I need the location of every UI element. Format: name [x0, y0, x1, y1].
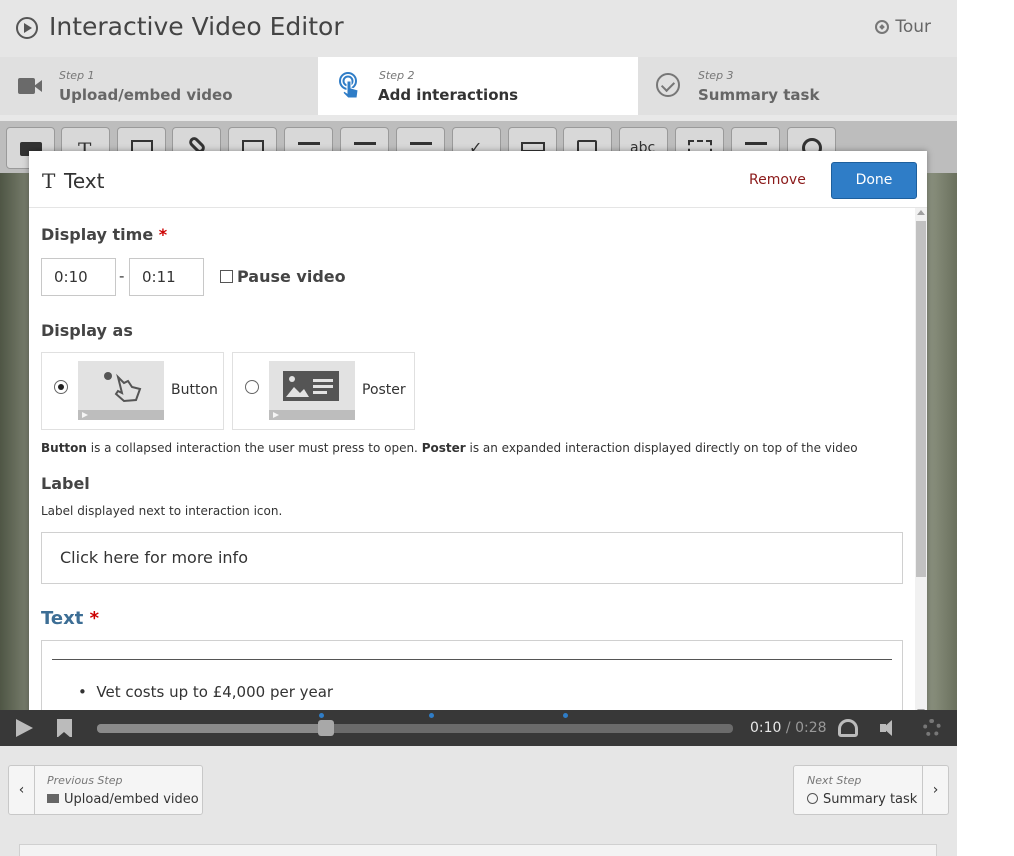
display-time-text: Display time	[41, 225, 154, 244]
next-step-button[interactable]: Next Step Summary task ›	[793, 765, 949, 815]
current-time: 0:10	[750, 720, 782, 736]
total-time: 0:28	[795, 720, 827, 736]
time-from-input[interactable]: 0:10	[41, 258, 116, 296]
list-item: • Vet costs up to £4,000 per year	[78, 683, 334, 701]
prev-step-name-text: Upload/embed video	[64, 792, 199, 807]
gear-icon[interactable]	[923, 719, 941, 737]
previous-step-button[interactable]: ‹ Previous Step Upload/embed video	[8, 765, 203, 815]
volume-icon[interactable]	[880, 719, 900, 737]
display-as-help: Button is a collapsed interaction the us…	[41, 441, 858, 455]
next-step-name-text: Summary task	[823, 792, 918, 807]
step-number: Step 3	[698, 69, 734, 82]
time-to-input[interactable]: 0:11	[129, 258, 204, 296]
next-step-caption: Next Step	[807, 774, 862, 787]
step-name: Add interactions	[378, 86, 519, 104]
bookmark-icon[interactable]	[57, 719, 72, 738]
required-mark: *	[158, 225, 168, 244]
pause-label: Pause video	[237, 267, 346, 286]
remove-button[interactable]: Remove	[749, 172, 806, 188]
touch-hand-icon	[104, 372, 142, 403]
app-header: Interactive Video Editor Tour	[0, 0, 957, 57]
page-title: Interactive Video Editor	[49, 12, 344, 41]
scrollbar-thumb[interactable]	[916, 221, 926, 577]
display-time-label: Display time *	[41, 225, 167, 244]
chevron-right-icon: ›	[922, 766, 948, 814]
step-tabs: Step 1 Upload/embed video Step 2 Add int…	[0, 57, 957, 115]
interaction-marker[interactable]	[319, 713, 324, 718]
seek-bar[interactable]	[97, 713, 733, 736]
radio-poster[interactable]	[245, 380, 259, 394]
speed-icon[interactable]	[838, 719, 858, 737]
app-root: Interactive Video Editor Tour Step 1 Upl…	[0, 0, 957, 856]
label-field-label: Label	[41, 474, 90, 493]
tab-step-3[interactable]: Step 3 Summary task	[638, 57, 957, 115]
pause-video-checkbox[interactable]: Pause video	[220, 267, 346, 286]
text-field-label: Text *	[41, 608, 99, 629]
camera-icon	[18, 78, 42, 94]
step-navigation: ‹ Previous Step Upload/embed video Next …	[0, 746, 957, 856]
text-editor[interactable]: • Vet costs up to £4,000 per year	[41, 640, 903, 716]
interaction-marker[interactable]	[563, 713, 568, 718]
dialog-header: T Text Remove Done	[29, 151, 927, 208]
scroll-up-icon[interactable]	[917, 210, 925, 215]
done-button[interactable]: Done	[831, 162, 917, 199]
seek-progress	[97, 724, 326, 733]
poster-preview-image	[269, 361, 355, 420]
tab-step-2[interactable]: Step 2 Add interactions	[318, 57, 638, 115]
video-bar-graphic	[269, 410, 355, 420]
touch-icon	[339, 72, 359, 99]
option-poster-label: Poster	[362, 382, 406, 398]
text-icon: T	[42, 169, 56, 193]
tour-label: Tour	[895, 17, 931, 37]
page-margin	[957, 0, 1014, 856]
required-mark: *	[89, 608, 100, 629]
prev-step-caption: Previous Step	[47, 774, 123, 787]
camera-icon	[47, 794, 59, 803]
check-circle-icon	[807, 793, 818, 804]
list-item-text: Vet costs up to £4,000 per year	[96, 683, 334, 701]
play-icon[interactable]	[16, 719, 33, 737]
dialog-title: Text	[64, 169, 105, 193]
horizontal-rule	[52, 659, 892, 660]
label-help: Label displayed next to interaction icon…	[41, 504, 283, 518]
text-interaction-dialog: T Text Remove Done Display time * 0:10 -…	[29, 151, 927, 716]
display-option-button[interactable]: Button	[41, 352, 224, 430]
checkbox[interactable]	[220, 270, 233, 283]
video-controls: 0:10 / 0:28	[0, 710, 957, 746]
display-option-poster[interactable]: Poster	[232, 352, 415, 430]
chevron-left-icon: ‹	[9, 766, 35, 814]
video-bar-graphic	[78, 410, 164, 420]
interaction-marker[interactable]	[429, 713, 434, 718]
button-preview-image	[78, 361, 164, 420]
prev-step-name: Upload/embed video	[47, 792, 199, 807]
help-mid-text: is a collapsed interaction the user must…	[86, 441, 422, 455]
step-number: Step 2	[379, 69, 415, 82]
next-step-name: Summary task	[807, 792, 917, 807]
bottom-panel	[19, 844, 937, 856]
time-separator: -	[119, 267, 125, 285]
time-separator: /	[781, 720, 796, 736]
dialog-scrollbar[interactable]	[915, 208, 927, 716]
tab-step-1[interactable]: Step 1 Upload/embed video	[0, 57, 318, 115]
seek-handle[interactable]	[317, 720, 334, 736]
dialog-body: Display time * 0:10 - 0:11 Pause video D…	[29, 208, 915, 716]
poster-icon	[283, 371, 339, 401]
check-circle-icon	[656, 73, 680, 97]
label-input[interactable]: Click here for more info	[41, 532, 903, 584]
help-end-text: is an expanded interaction displayed dir…	[465, 441, 858, 455]
option-button-label: Button	[171, 382, 218, 398]
display-as-label: Display as	[41, 321, 133, 340]
time-display: 0:10 / 0:28	[750, 720, 827, 736]
help-poster-term: Poster	[421, 441, 466, 455]
step-name: Summary task	[698, 86, 820, 104]
step-name: Upload/embed video	[59, 86, 233, 104]
play-circle-icon	[16, 17, 38, 39]
text-field-label-text: Text	[41, 608, 84, 629]
radio-button[interactable]	[54, 380, 68, 394]
step-number: Step 1	[59, 69, 95, 82]
help-button-term: Button	[41, 441, 87, 455]
tour-button[interactable]: Tour	[875, 17, 931, 37]
compass-icon	[875, 20, 890, 34]
